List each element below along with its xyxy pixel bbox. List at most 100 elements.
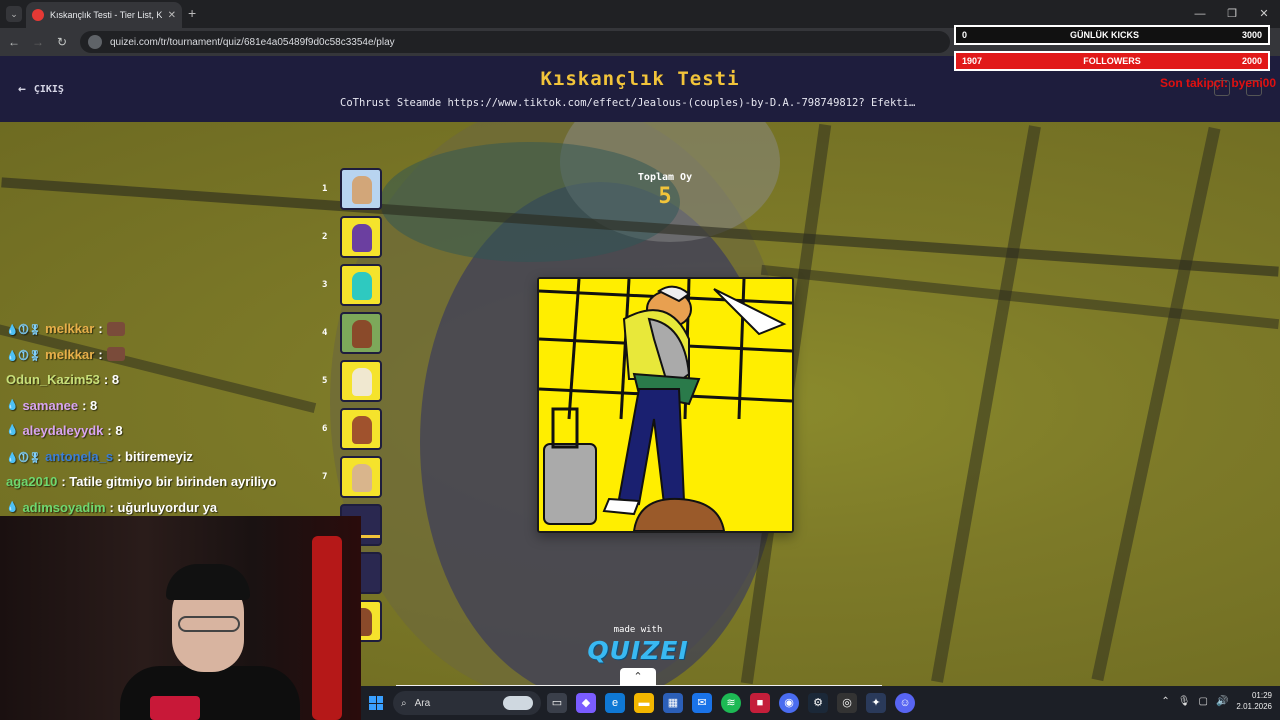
chat-username: melkkar: [45, 321, 95, 337]
window-close-icon[interactable]: ✕: [1248, 0, 1280, 28]
followers-goal: 2000: [1241, 56, 1262, 66]
chat-username: adimsoyadim: [22, 499, 106, 515]
chat-text: :: [98, 346, 103, 362]
browser-tabstrip: ⌄ Kıskançlık Testi - Tier List, Kör S...…: [0, 0, 1280, 28]
rank-row[interactable]: 2: [318, 216, 388, 260]
microphone-icon[interactable]: 🎙: [1178, 696, 1191, 707]
emote-icon: [106, 347, 125, 362]
chat-username: aleydaleyydk: [22, 423, 104, 439]
quiz-title: Kıskançlık Testi: [540, 68, 740, 90]
chat-text: :: [98, 321, 103, 337]
chat-badges: 💧⓵🎖: [6, 350, 42, 362]
chat-message: 💧⓵🎖 melkkar :: [6, 316, 336, 342]
display-icon[interactable]: ▢: [1199, 696, 1208, 707]
chat-username: melkkar: [45, 346, 95, 362]
chat-message: Odun_Kazim53 : 8: [6, 367, 336, 393]
rank-thumbnail[interactable]: [340, 360, 382, 402]
windows-start-icon[interactable]: [369, 696, 383, 710]
windows-taskbar: ⌕ Ara ▭ ◆ e ▬ ▦ ✉ ≋ ■ ◉ ⚙ ◎ ✦ ☺ ⌃ 🎙 ▢ 🔊 …: [361, 686, 1280, 720]
task-view-icon[interactable]: ▭: [547, 693, 567, 713]
chat-badges: 💧⓵🎖: [6, 325, 42, 337]
emote-icon: [106, 321, 125, 336]
total-votes-label: Toplam Oy: [637, 172, 693, 183]
chevron-up-icon[interactable]: ⌃: [620, 668, 656, 686]
rank-row[interactable]: 3: [318, 264, 388, 308]
clock-date: 2.01.2026: [1236, 702, 1272, 711]
search-icon: ⌕: [401, 697, 407, 709]
system-clock[interactable]: 01:29 2.01.2026: [1236, 690, 1272, 712]
rank-row[interactable]: 1: [318, 168, 388, 212]
chat-badges: 💧: [6, 399, 19, 411]
rank-thumbnail[interactable]: [340, 456, 382, 498]
volume-icon[interactable]: 🔊: [1216, 696, 1228, 707]
system-tray: ⌃ 🎙 ▢ 🔊 01:29 2.01.2026: [1161, 690, 1272, 712]
rank-thumbnail[interactable]: [340, 216, 382, 258]
followers-current: 1907: [962, 56, 983, 66]
back-icon[interactable]: ←: [6, 34, 22, 50]
daily-kicks-bar: 0 GÜNLÜK KICKS 3000: [954, 25, 1270, 45]
chat-text: : uğurluyordur ya: [109, 499, 218, 515]
kicks-goal: 3000: [1241, 30, 1262, 40]
tab-close-icon[interactable]: ✕: [168, 10, 176, 21]
chat-text: : 8: [82, 397, 98, 413]
tab-title: Kıskançlık Testi - Tier List, Kör S...: [50, 10, 162, 20]
chat-message: 💧⓵🎖 antonela_s : bitiremeyiz: [6, 444, 336, 470]
taskbar-search[interactable]: ⌕ Ara: [393, 691, 541, 715]
obs-icon[interactable]: ◎: [837, 693, 857, 713]
spotify-icon[interactable]: ≋: [721, 693, 741, 713]
edge-icon[interactable]: e: [605, 693, 625, 713]
rank-thumbnail[interactable]: [340, 408, 382, 450]
taskbar-apps: ▭ ◆ e ▬ ▦ ✉ ≋ ■ ◉ ⚙ ◎ ✦ ☺: [547, 693, 915, 713]
tab-list-button[interactable]: ⌄: [6, 6, 22, 22]
rank-thumbnail[interactable]: [340, 312, 382, 354]
app-icon[interactable]: ■: [750, 693, 770, 713]
chat-text: : bitiremeyiz: [117, 448, 193, 464]
tab-favicon-icon: [32, 9, 44, 21]
search-placeholder: Ara: [414, 697, 431, 709]
store-icon[interactable]: ▦: [663, 693, 683, 713]
rank-number: 1: [322, 184, 328, 194]
chevron-up-icon[interactable]: ⌃: [1161, 696, 1169, 707]
rank-number: 2: [322, 232, 328, 242]
clock-time: 01:29: [1251, 691, 1272, 700]
chat-message: 💧 aleydaleyydk : 8: [6, 418, 336, 444]
rank-thumbnail[interactable]: [340, 264, 382, 306]
chat-username: aga2010: [6, 474, 58, 490]
minimize-icon[interactable]: —: [1184, 0, 1216, 28]
followers-label: FOLLOWERS: [1083, 56, 1141, 66]
new-tab-icon[interactable]: +: [188, 5, 196, 21]
kicks-current: 0: [962, 30, 968, 40]
chat-username: Odun_Kazim53: [6, 372, 100, 388]
microphone-icon: [150, 696, 200, 720]
chrome-icon[interactable]: ◉: [779, 693, 799, 713]
chat-username: samanee: [22, 397, 79, 413]
discord-icon[interactable]: ☺: [895, 693, 915, 713]
chat-username: antonela_s: [45, 448, 114, 464]
outlook-icon[interactable]: ✉: [692, 693, 712, 713]
steam-icon[interactable]: ⚙: [808, 693, 828, 713]
file-explorer-icon[interactable]: ▬: [634, 693, 654, 713]
couple-hug-illustration: [539, 279, 792, 531]
chat-text: : Tatile gitmiyo bir birinden ayriliyo: [61, 474, 277, 490]
restore-icon[interactable]: ❐: [1216, 0, 1248, 28]
rank-thumbnail[interactable]: [340, 168, 382, 210]
site-info-icon[interactable]: [88, 35, 102, 49]
window-controls: — ❐ ✕: [1184, 0, 1280, 28]
chat-message: 💧⓵🎖 melkkar :: [6, 342, 336, 368]
current-item-card[interactable]: [537, 277, 794, 533]
chat-message: aga2010 : Tatile gitmiyo bir birinden ay…: [6, 469, 336, 495]
chat-message: 💧 samanee : 8: [6, 393, 336, 419]
reload-icon[interactable]: ↻: [54, 34, 70, 50]
chat-text: : 8: [107, 423, 123, 439]
quiz-description: CoThrust Steamde https://www.tiktok.com/…: [340, 97, 916, 109]
url-text: quizei.com/tr/tournament/quiz/681e4a0548…: [110, 36, 395, 48]
forward-icon[interactable]: →: [30, 34, 46, 50]
chat-badges: 💧: [6, 501, 19, 513]
copilot-icon[interactable]: ◆: [576, 693, 596, 713]
address-bar[interactable]: quizei.com/tr/tournament/quiz/681e4a0548…: [80, 31, 950, 53]
chat-badges: 💧: [6, 425, 19, 437]
rank-number: 3: [322, 280, 328, 290]
settings-icon[interactable]: ✦: [866, 693, 886, 713]
followers-bar: 1907 FOLLOWERS 2000: [954, 51, 1270, 71]
browser-tab-active[interactable]: Kıskançlık Testi - Tier List, Kör S... ✕: [26, 2, 182, 28]
